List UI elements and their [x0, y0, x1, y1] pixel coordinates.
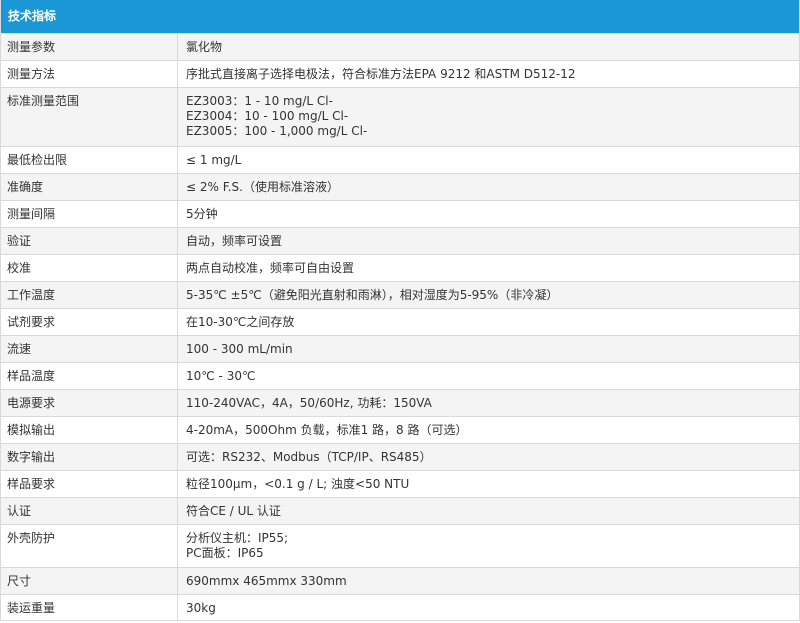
row-value-line: EZ3004：10 - 100 mg/L Cl-	[186, 109, 349, 123]
row-value-line: 自动，频率可设置	[186, 234, 283, 248]
table-row: 准确度 ≤ 2% F.S.（使用标准溶液）	[1, 173, 799, 200]
table-row: 标准测量范围 EZ3003：1 - 10 mg/L Cl- EZ3004：10 - …	[1, 87, 799, 146]
row-value: 690mmx 465mmx 330mm	[178, 568, 799, 594]
row-value-line: 30kg	[186, 601, 216, 615]
table-row: 模拟输出 4-20mA，500Ohm 负载，标准1 路，8 路（可选）	[1, 416, 799, 443]
row-value: ≤ 1 mg/L	[178, 147, 799, 173]
row-value: 110-240VAC，4A，50/60Hz, 功耗：150VA	[178, 390, 799, 416]
table-row: 验证 自动，频率可设置	[1, 227, 799, 254]
table-row: 测量间隔 5分钟	[1, 200, 799, 227]
row-value-line: 序批式直接离子选择电极法，符合标准方法EPA 9212 和ASTM D512-1…	[186, 67, 576, 81]
row-label: 尺寸	[1, 568, 178, 594]
row-label: 试剂要求	[1, 309, 178, 335]
table-row: 数字输出 可选：RS232、Modbus（TCP/IP、RS485）	[1, 443, 799, 470]
row-value: 粒径100μm，<0.1 g / L; 浊度<50 NTU	[178, 471, 799, 497]
row-value-line: 两点自动校准，频率可自由设置	[186, 261, 355, 275]
row-label: 校准	[1, 255, 178, 281]
row-value-line: ≤ 1 mg/L	[186, 153, 242, 167]
row-value: 序批式直接离子选择电极法，符合标准方法EPA 9212 和ASTM D512-1…	[178, 61, 799, 87]
row-label: 最低检出限	[1, 147, 178, 173]
table-row: 测量参数 氯化物	[1, 33, 799, 60]
row-label: 标准测量范围	[1, 88, 178, 146]
table-row: 认证 符合CE / UL 认证	[1, 497, 799, 524]
row-value: 可选：RS232、Modbus（TCP/IP、RS485）	[178, 444, 799, 470]
table-row: 尺寸 690mmx 465mmx 330mm	[1, 567, 799, 594]
row-value: 氯化物	[178, 34, 799, 60]
table-row: 测量方法 序批式直接离子选择电极法，符合标准方法EPA 9212 和ASTM D5…	[1, 60, 799, 87]
table-row: 样品要求 粒径100μm，<0.1 g / L; 浊度<50 NTU	[1, 470, 799, 497]
row-value: 两点自动校准，频率可自由设置	[178, 255, 799, 281]
row-label: 样品要求	[1, 471, 178, 497]
row-value-line: 符合CE / UL 认证	[186, 504, 281, 518]
table-row: 装运重量 30kg	[1, 594, 799, 621]
row-value: EZ3003：1 - 10 mg/L Cl- EZ3004：10 - 100 mg…	[178, 88, 799, 146]
row-value-line: 5分钟	[186, 207, 218, 221]
row-value: 符合CE / UL 认证	[178, 498, 799, 524]
table-row: 样品温度 10℃ - 30℃	[1, 362, 799, 389]
row-value-line: 粒径100μm，<0.1 g / L; 浊度<50 NTU	[186, 477, 410, 491]
row-value: 在10-30℃之间存放	[178, 309, 799, 335]
row-label: 数字输出	[1, 444, 178, 470]
table-row: 试剂要求 在10-30℃之间存放	[1, 308, 799, 335]
spec-table: 技术指标 测量参数 氯化物 测量方法 序批式直接离子选择电极法，符合标准方法EPA 9…	[0, 0, 800, 621]
row-value-line: 4-20mA，500Ohm 负载，标准1 路，8 路（可选）	[186, 423, 468, 437]
row-label: 准确度	[1, 174, 178, 200]
row-label: 电源要求	[1, 390, 178, 416]
row-value-line: 分析仪主机：IP55;	[186, 531, 289, 545]
row-value: 100 - 300 mL/min	[178, 336, 799, 362]
row-value-line: 可选：RS232、Modbus（TCP/IP、RS485）	[186, 450, 432, 464]
row-label: 验证	[1, 228, 178, 254]
row-value: 5分钟	[178, 201, 799, 227]
row-value: 分析仪主机：IP55; PC面板：IP65	[178, 525, 799, 567]
row-label: 流速	[1, 336, 178, 362]
row-value-line: PC面板：IP65	[186, 546, 264, 560]
row-value-line: ≤ 2% F.S.（使用标准溶液）	[186, 180, 339, 194]
row-label: 认证	[1, 498, 178, 524]
row-value-line: EZ3005：100 - 1,000 mg/L Cl-	[186, 124, 368, 138]
row-value: 自动，频率可设置	[178, 228, 799, 254]
table-header: 技术指标	[1, 0, 799, 33]
table-row: 校准 两点自动校准，频率可自由设置	[1, 254, 799, 281]
row-value-line: 100 - 300 mL/min	[186, 342, 293, 356]
row-label: 测量间隔	[1, 201, 178, 227]
row-value-line: 氯化物	[186, 40, 223, 54]
row-label: 工作温度	[1, 282, 178, 308]
table-row: 流速 100 - 300 mL/min	[1, 335, 799, 362]
table-row: 最低检出限 ≤ 1 mg/L	[1, 146, 799, 173]
table-row: 电源要求 110-240VAC，4A，50/60Hz, 功耗：150VA	[1, 389, 799, 416]
row-label: 样品温度	[1, 363, 178, 389]
row-value-line: 690mmx 465mmx 330mm	[186, 574, 347, 588]
row-value-line: 5-35℃ ±5℃（避免阳光直射和雨淋），相对湿度为5-95%（非冷凝）	[186, 288, 559, 302]
row-value: 10℃ - 30℃	[178, 363, 799, 389]
table-row: 工作温度 5-35℃ ±5℃（避免阳光直射和雨淋），相对湿度为5-95%（非冷凝）	[1, 281, 799, 308]
row-label: 测量方法	[1, 61, 178, 87]
row-value: 5-35℃ ±5℃（避免阳光直射和雨淋），相对湿度为5-95%（非冷凝）	[178, 282, 799, 308]
row-value-line: 10℃ - 30℃	[186, 369, 256, 383]
row-value-line: 110-240VAC，4A，50/60Hz, 功耗：150VA	[186, 396, 432, 410]
table-row: 外壳防护 分析仪主机：IP55; PC面板：IP65	[1, 524, 799, 567]
row-label: 测量参数	[1, 34, 178, 60]
row-label: 模拟输出	[1, 417, 178, 443]
row-value: 4-20mA，500Ohm 负载，标准1 路，8 路（可选）	[178, 417, 799, 443]
row-value: 30kg	[178, 595, 799, 620]
row-value-line: EZ3003：1 - 10 mg/L Cl-	[186, 94, 333, 108]
table-body: 测量参数 氯化物 测量方法 序批式直接离子选择电极法，符合标准方法EPA 9212 和…	[1, 33, 799, 621]
row-label: 外壳防护	[1, 525, 178, 567]
row-label: 装运重量	[1, 595, 178, 620]
row-value-line: 在10-30℃之间存放	[186, 315, 295, 329]
row-value: ≤ 2% F.S.（使用标准溶液）	[178, 174, 799, 200]
